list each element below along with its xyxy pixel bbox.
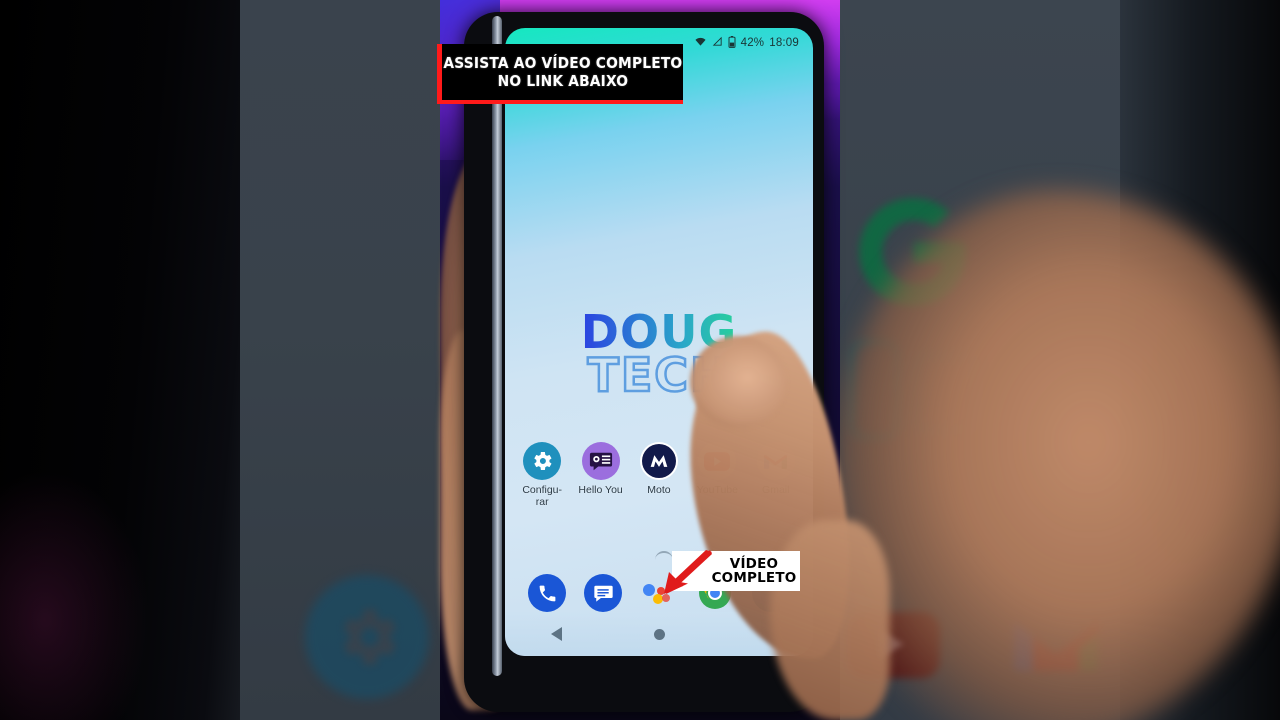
wifi-icon — [694, 36, 707, 50]
app-label: Hello You — [578, 484, 623, 496]
app-label: Configu- rar — [522, 484, 563, 508]
red-arrow-down-left-icon — [660, 548, 714, 596]
settings-gear-icon[interactable] — [523, 442, 562, 480]
app-icon-hello-you[interactable]: Hello You — [574, 442, 628, 508]
status-clock: 18:09 — [769, 37, 799, 49]
top-banner: ASSISTA AO VÍDEO COMPLETO NO LINK ABAIXO — [437, 44, 683, 104]
battery-percent: 42% — [740, 37, 765, 49]
cta-line-2: COMPLETO — [711, 570, 797, 586]
app-icon-settings[interactable]: Configu- rar — [515, 442, 569, 508]
background-left-glow — [0, 470, 150, 720]
moto-batwing-icon[interactable] — [639, 442, 678, 480]
home-circle-icon[interactable] — [654, 628, 665, 640]
video-frame: 42% 18:09 DOUG TECH Configu- rar Hello Y… — [0, 0, 1280, 720]
phone-side-edge — [492, 16, 502, 676]
app-label: Moto — [647, 484, 671, 496]
hello-you-chat-icon[interactable] — [581, 442, 620, 480]
signal-icon — [712, 36, 723, 50]
dock-icon-messages[interactable] — [584, 574, 622, 612]
banner-line-2: NO LINK ABAIXO — [497, 71, 628, 90]
dock-icon-phone[interactable] — [528, 574, 566, 612]
pointing-fingertip — [690, 336, 786, 428]
app-icon-moto[interactable]: Moto — [632, 442, 686, 508]
blurred-gear-icon-inner — [330, 600, 404, 674]
battery-icon — [728, 35, 736, 51]
banner-line-1: ASSISTA AO VÍDEO COMPLETO — [443, 54, 682, 73]
cta-line-1: VÍDEO — [729, 555, 779, 572]
back-triangle-icon[interactable] — [551, 627, 562, 641]
